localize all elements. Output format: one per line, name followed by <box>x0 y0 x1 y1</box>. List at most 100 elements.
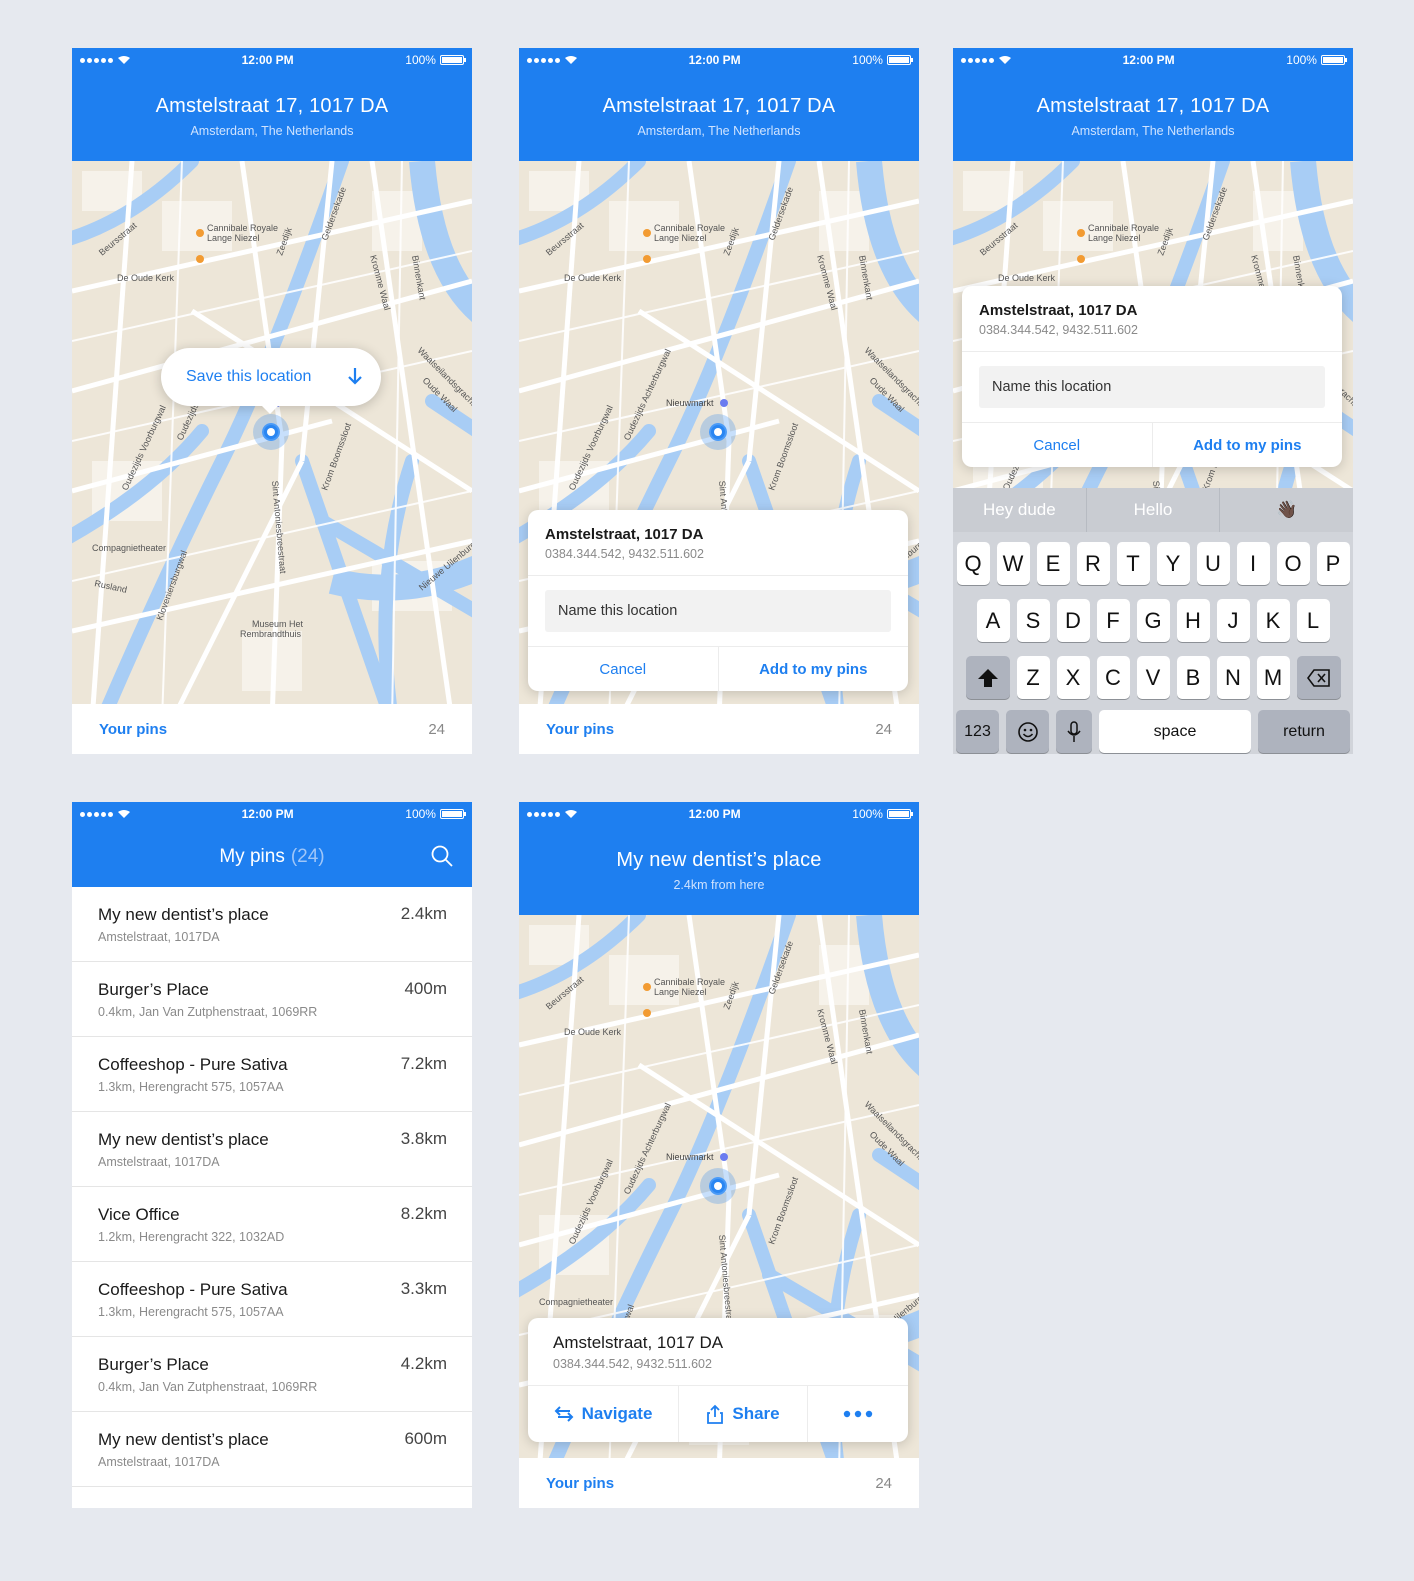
key-o[interactable]: O <box>1276 542 1310 585</box>
add-to-pins-button[interactable]: Add to my pins <box>717 647 909 691</box>
more-button[interactable] <box>807 1386 908 1442</box>
pin-name: Burger’s Place <box>98 980 209 999</box>
key-i[interactable]: I <box>1236 542 1270 585</box>
key-h[interactable]: H <box>1176 599 1210 642</box>
key-j[interactable]: J <box>1216 599 1250 642</box>
status-time: 12:00 PM <box>688 53 741 67</box>
cancel-button[interactable]: Cancel <box>962 423 1152 467</box>
share-button[interactable]: Share <box>678 1386 807 1442</box>
card-coords: 0384.344.542, 9432.511.602 <box>553 1357 712 1371</box>
key-q[interactable]: Q <box>956 542 990 585</box>
space-key[interactable]: space <box>1099 710 1251 753</box>
key-a[interactable]: A <box>976 599 1010 642</box>
pins-count-label: (24) <box>290 845 325 867</box>
your-pins-bar[interactable]: Your pins 24 <box>519 704 919 754</box>
key-z[interactable]: Z <box>1016 656 1050 699</box>
status-bar: 12:00 PM 100% <box>72 48 472 72</box>
pin-address: Amstelstraat, 1017DA <box>98 1155 220 1169</box>
your-pins-label: Your pins <box>99 720 168 738</box>
mic-key[interactable] <box>1056 710 1092 753</box>
header: 12:00 PM 100% My pins (24) <box>72 802 472 887</box>
pins-count: 24 <box>875 720 892 738</box>
key-d[interactable]: D <box>1056 599 1090 642</box>
key-w[interactable]: W <box>996 542 1030 585</box>
map-label-cannibale: Cannibale Royale <box>1088 223 1159 233</box>
list-item[interactable]: Burger’s Place 0.4km, Jan Van Zutphenstra… <box>72 1337 472 1412</box>
list-item[interactable]: My new dentist’s place Amstelstraat, 1017… <box>72 1112 472 1187</box>
your-pins-bar[interactable]: Your pins 24 <box>72 704 472 754</box>
battery-icon <box>439 55 466 65</box>
battery-percent: 100% <box>852 807 883 821</box>
suggestion-2[interactable]: Hello <box>1085 488 1220 532</box>
return-key[interactable]: return <box>1258 710 1350 753</box>
status-time: 12:00 PM <box>1122 53 1175 67</box>
list-item[interactable]: Vice Office 1.2km, Herengracht 322, 1032A… <box>72 1187 472 1262</box>
key-f[interactable]: F <box>1096 599 1130 642</box>
key-r[interactable]: R <box>1076 542 1110 585</box>
page-title: My new dentist’s place <box>616 849 822 871</box>
search-icon[interactable] <box>430 844 454 868</box>
your-pins-bar[interactable]: Your pins 24 <box>519 1458 919 1508</box>
location-pin-icon[interactable] <box>700 1168 736 1204</box>
pins-list: My new dentist’s place Amstelstraat, 1017… <box>72 887 472 1487</box>
emoji-key[interactable] <box>1006 710 1049 753</box>
navigate-button[interactable]: Navigate <box>528 1386 678 1442</box>
battery-percent: 100% <box>405 807 436 821</box>
key-e[interactable]: E <box>1036 542 1070 585</box>
key-p[interactable]: P <box>1316 542 1350 585</box>
name-location-card: Amstelstraat, 1017 DA 0384.344.542, 9432… <box>962 286 1342 467</box>
location-pin-icon[interactable] <box>253 414 289 450</box>
key-l[interactable]: L <box>1296 599 1330 642</box>
arrow-down-icon <box>348 368 362 385</box>
cancel-button[interactable]: Cancel <box>528 647 718 691</box>
key-c[interactable]: C <box>1096 656 1130 699</box>
location-pin-icon[interactable] <box>700 414 736 450</box>
save-location-button[interactable]: Save this location <box>161 348 381 414</box>
pin-address: 0.4km, Jan Van Zutphenstraat, 1069RR <box>98 1005 318 1019</box>
key-u[interactable]: U <box>1196 542 1230 585</box>
name-location-input[interactable]: Name this location <box>545 590 891 632</box>
backspace-key[interactable] <box>1296 656 1341 699</box>
list-item[interactable]: My new dentist’s place Amstelstraat, 1017… <box>72 1412 472 1487</box>
key-m[interactable]: M <box>1256 656 1290 699</box>
add-to-pins-button[interactable]: Add to my pins <box>1151 423 1343 467</box>
signal-icon <box>527 811 560 817</box>
key-v[interactable]: V <box>1136 656 1170 699</box>
key-n[interactable]: N <box>1216 656 1250 699</box>
suggestion-bar: Hey dude Hello 👋🏿 <box>953 488 1353 532</box>
page-subtitle: 2.4km from here <box>673 878 765 892</box>
map-label-lange: Lange Niezel <box>207 233 260 243</box>
key-g[interactable]: G <box>1136 599 1170 642</box>
list-item[interactable]: Coffeeshop - Pure Sativa 1.3km, Herengrac… <box>72 1037 472 1112</box>
key-y[interactable]: Y <box>1156 542 1190 585</box>
key-s[interactable]: S <box>1016 599 1050 642</box>
pin-distance: 3.8km <box>400 1129 447 1148</box>
pin-distance: 8.2km <box>400 1204 447 1223</box>
key-b[interactable]: B <box>1176 656 1210 699</box>
key-k[interactable]: K <box>1256 599 1290 642</box>
suggestion-1[interactable]: Hey dude <box>953 488 1086 532</box>
pin-distance: 3.3km <box>400 1279 447 1298</box>
shift-key[interactable] <box>965 656 1010 699</box>
pin-distance: 2.4km <box>400 904 447 923</box>
navigate-icon <box>554 1406 573 1422</box>
key-t[interactable]: T <box>1116 542 1150 585</box>
signal-icon <box>527 57 560 63</box>
suggestion-3[interactable]: 👋🏿 <box>1219 488 1353 532</box>
share-icon <box>707 1404 724 1424</box>
list-item[interactable]: My new dentist’s place Amstelstraat, 1017… <box>72 887 472 962</box>
map-label-compagnie: Compagnietheater <box>539 1297 613 1307</box>
key-x[interactable]: X <box>1056 656 1090 699</box>
card-address: Amstelstraat, 1017 DA <box>553 1333 724 1352</box>
pin-name: Burger’s Place <box>98 1355 209 1374</box>
name-location-input[interactable]: Name this location <box>979 366 1325 408</box>
numbers-key[interactable]: 123 <box>956 710 999 753</box>
map-label-cannibale: Cannibale Royale <box>207 223 278 233</box>
keyboard: Hey dude Hello 👋🏿 QWERTYUIOP ASDFGHJKL Z… <box>953 488 1353 754</box>
map-label-cannibale: Cannibale Royale <box>654 223 725 233</box>
map-label-lange: Lange Niezel <box>1088 233 1141 243</box>
list-item[interactable]: Coffeeshop - Pure Sativa 1.3km, Herengrac… <box>72 1262 472 1337</box>
emoji-icon <box>1017 721 1038 742</box>
pin-name: Coffeeshop - Pure Sativa <box>98 1055 288 1074</box>
list-item[interactable]: Burger’s Place 0.4km, Jan Van Zutphenstra… <box>72 962 472 1037</box>
